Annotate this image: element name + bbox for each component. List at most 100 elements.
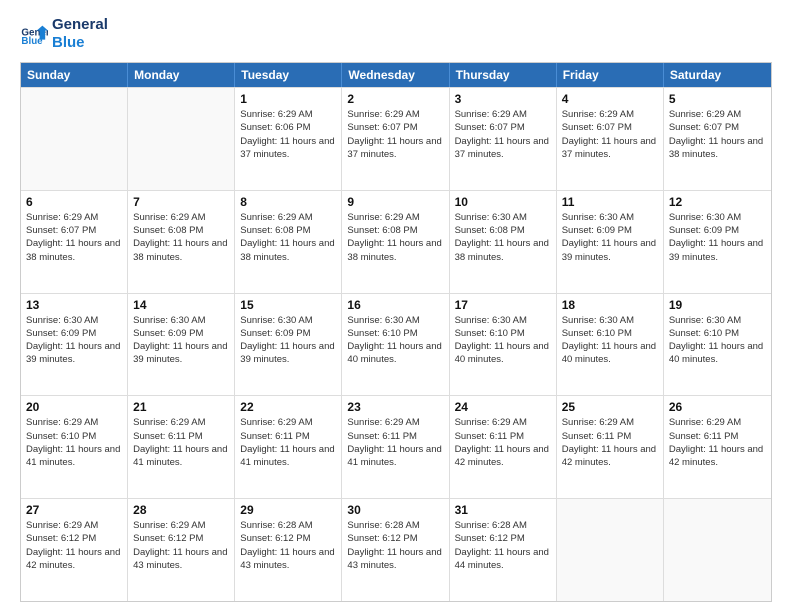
calendar-cell: 14 Sunrise: 6:30 AM Sunset: 6:09 PM Dayli… bbox=[128, 294, 235, 396]
day-info: Sunrise: 6:28 AM Sunset: 6:12 PM Dayligh… bbox=[347, 519, 443, 572]
header-thursday: Thursday bbox=[450, 63, 557, 87]
calendar: Sunday Monday Tuesday Wednesday Thursday… bbox=[20, 62, 772, 602]
day-info: Sunrise: 6:30 AM Sunset: 6:08 PM Dayligh… bbox=[455, 211, 551, 264]
day-info: Sunrise: 6:30 AM Sunset: 6:09 PM Dayligh… bbox=[240, 314, 336, 367]
day-number: 28 bbox=[133, 503, 229, 517]
calendar-cell: 28 Sunrise: 6:29 AM Sunset: 6:12 PM Dayli… bbox=[128, 499, 235, 601]
day-info: Sunrise: 6:30 AM Sunset: 6:10 PM Dayligh… bbox=[562, 314, 658, 367]
day-number: 6 bbox=[26, 195, 122, 209]
calendar-cell: 23Sunrise: 6:29 AM Sunset: 6:11 PM Dayli… bbox=[342, 396, 449, 498]
calendar-cell: 10 Sunrise: 6:30 AM Sunset: 6:08 PM Dayli… bbox=[450, 191, 557, 293]
day-number: 18 bbox=[562, 298, 658, 312]
day-info: Sunrise: 6:29 AM Sunset: 6:06 PM Dayligh… bbox=[240, 108, 336, 161]
calendar-row-2: 6 Sunrise: 6:29 AM Sunset: 6:07 PM Daylig… bbox=[21, 190, 771, 293]
day-number: 21 bbox=[133, 400, 229, 414]
day-number: 3 bbox=[455, 92, 551, 106]
day-number: 30 bbox=[347, 503, 443, 517]
day-number: 31 bbox=[455, 503, 551, 517]
day-number: 10 bbox=[455, 195, 551, 209]
day-number: 16 bbox=[347, 298, 443, 312]
calendar-cell: 16 Sunrise: 6:30 AM Sunset: 6:10 PM Dayli… bbox=[342, 294, 449, 396]
day-number: 24 bbox=[455, 400, 551, 414]
day-info: Sunrise: 6:29 AM Sunset: 6:11 PM Dayligh… bbox=[455, 416, 551, 469]
day-info: Sunrise: 6:29 AM Sunset: 6:07 PM Dayligh… bbox=[562, 108, 658, 161]
header-wednesday: Wednesday bbox=[342, 63, 449, 87]
day-info: Sunrise: 6:30 AM Sunset: 6:09 PM Dayligh… bbox=[26, 314, 122, 367]
header-monday: Monday bbox=[128, 63, 235, 87]
day-info: Sunrise: 6:29 AM Sunset: 6:08 PM Dayligh… bbox=[240, 211, 336, 264]
calendar-cell: 21Sunrise: 6:29 AM Sunset: 6:11 PM Dayli… bbox=[128, 396, 235, 498]
day-number: 22 bbox=[240, 400, 336, 414]
calendar-cell: 15 Sunrise: 6:30 AM Sunset: 6:09 PM Dayli… bbox=[235, 294, 342, 396]
day-info: Sunrise: 6:29 AM Sunset: 6:11 PM Dayligh… bbox=[562, 416, 658, 469]
day-info: Sunrise: 6:29 AM Sunset: 6:08 PM Dayligh… bbox=[133, 211, 229, 264]
calendar-cell: 20 Sunrise: 6:29 AM Sunset: 6:10 PM Dayli… bbox=[21, 396, 128, 498]
day-info: Sunrise: 6:28 AM Sunset: 6:12 PM Dayligh… bbox=[455, 519, 551, 572]
day-info: Sunrise: 6:30 AM Sunset: 6:09 PM Dayligh… bbox=[133, 314, 229, 367]
day-info: Sunrise: 6:30 AM Sunset: 6:10 PM Dayligh… bbox=[669, 314, 766, 367]
calendar-cell: 27 Sunrise: 6:29 AM Sunset: 6:12 PM Dayli… bbox=[21, 499, 128, 601]
calendar-cell: 11Sunrise: 6:30 AM Sunset: 6:09 PM Dayli… bbox=[557, 191, 664, 293]
calendar-header: Sunday Monday Tuesday Wednesday Thursday… bbox=[21, 63, 771, 87]
day-number: 25 bbox=[562, 400, 658, 414]
day-info: Sunrise: 6:28 AM Sunset: 6:12 PM Dayligh… bbox=[240, 519, 336, 572]
header-friday: Friday bbox=[557, 63, 664, 87]
day-number: 8 bbox=[240, 195, 336, 209]
calendar-cell: 13 Sunrise: 6:30 AM Sunset: 6:09 PM Dayli… bbox=[21, 294, 128, 396]
calendar-cell: 5Sunrise: 6:29 AM Sunset: 6:07 PM Daylig… bbox=[664, 88, 771, 190]
calendar-cell: 4 Sunrise: 6:29 AM Sunset: 6:07 PM Daylig… bbox=[557, 88, 664, 190]
calendar-cell: 18 Sunrise: 6:30 AM Sunset: 6:10 PM Dayli… bbox=[557, 294, 664, 396]
calendar-cell: 2Sunrise: 6:29 AM Sunset: 6:07 PM Daylig… bbox=[342, 88, 449, 190]
header-saturday: Saturday bbox=[664, 63, 771, 87]
page: General Blue General Blue Sunday Monday … bbox=[0, 0, 792, 612]
day-number: 17 bbox=[455, 298, 551, 312]
day-info: Sunrise: 6:29 AM Sunset: 6:11 PM Dayligh… bbox=[669, 416, 766, 469]
day-number: 23 bbox=[347, 400, 443, 414]
calendar-row-4: 20 Sunrise: 6:29 AM Sunset: 6:10 PM Dayli… bbox=[21, 395, 771, 498]
day-number: 12 bbox=[669, 195, 766, 209]
calendar-cell: 22 Sunrise: 6:29 AM Sunset: 6:11 PM Dayli… bbox=[235, 396, 342, 498]
calendar-cell: 12Sunrise: 6:30 AM Sunset: 6:09 PM Dayli… bbox=[664, 191, 771, 293]
day-info: Sunrise: 6:29 AM Sunset: 6:12 PM Dayligh… bbox=[133, 519, 229, 572]
calendar-cell: 24 Sunrise: 6:29 AM Sunset: 6:11 PM Dayli… bbox=[450, 396, 557, 498]
day-number: 11 bbox=[562, 195, 658, 209]
day-info: Sunrise: 6:29 AM Sunset: 6:10 PM Dayligh… bbox=[26, 416, 122, 469]
day-number: 2 bbox=[347, 92, 443, 106]
day-number: 13 bbox=[26, 298, 122, 312]
calendar-cell: 19 Sunrise: 6:30 AM Sunset: 6:10 PM Dayli… bbox=[664, 294, 771, 396]
calendar-cell: 31 Sunrise: 6:28 AM Sunset: 6:12 PM Dayli… bbox=[450, 499, 557, 601]
logo-general: General bbox=[52, 16, 108, 34]
logo: General Blue General Blue bbox=[20, 16, 108, 52]
day-number: 15 bbox=[240, 298, 336, 312]
header-tuesday: Tuesday bbox=[235, 63, 342, 87]
calendar-cell: 17 Sunrise: 6:30 AM Sunset: 6:10 PM Dayli… bbox=[450, 294, 557, 396]
calendar-cell bbox=[557, 499, 664, 601]
calendar-cell: 6 Sunrise: 6:29 AM Sunset: 6:07 PM Daylig… bbox=[21, 191, 128, 293]
day-number: 19 bbox=[669, 298, 766, 312]
calendar-body: 1Sunrise: 6:29 AM Sunset: 6:06 PM Daylig… bbox=[21, 87, 771, 601]
day-number: 5 bbox=[669, 92, 766, 106]
logo-blue: Blue bbox=[52, 34, 108, 52]
day-number: 7 bbox=[133, 195, 229, 209]
day-info: Sunrise: 6:29 AM Sunset: 6:11 PM Dayligh… bbox=[240, 416, 336, 469]
header: General Blue General Blue bbox=[20, 16, 772, 52]
calendar-cell bbox=[128, 88, 235, 190]
day-info: Sunrise: 6:30 AM Sunset: 6:10 PM Dayligh… bbox=[455, 314, 551, 367]
calendar-cell: 8 Sunrise: 6:29 AM Sunset: 6:08 PM Daylig… bbox=[235, 191, 342, 293]
day-info: Sunrise: 6:30 AM Sunset: 6:10 PM Dayligh… bbox=[347, 314, 443, 367]
calendar-row-1: 1Sunrise: 6:29 AM Sunset: 6:06 PM Daylig… bbox=[21, 87, 771, 190]
day-number: 14 bbox=[133, 298, 229, 312]
day-number: 27 bbox=[26, 503, 122, 517]
day-info: Sunrise: 6:29 AM Sunset: 6:07 PM Dayligh… bbox=[455, 108, 551, 161]
calendar-cell bbox=[664, 499, 771, 601]
day-number: 20 bbox=[26, 400, 122, 414]
day-info: Sunrise: 6:29 AM Sunset: 6:07 PM Dayligh… bbox=[26, 211, 122, 264]
calendar-row-3: 13 Sunrise: 6:30 AM Sunset: 6:09 PM Dayli… bbox=[21, 293, 771, 396]
calendar-cell bbox=[21, 88, 128, 190]
calendar-cell: 29Sunrise: 6:28 AM Sunset: 6:12 PM Dayli… bbox=[235, 499, 342, 601]
logo-icon: General Blue bbox=[20, 20, 48, 48]
day-number: 26 bbox=[669, 400, 766, 414]
day-number: 4 bbox=[562, 92, 658, 106]
day-info: Sunrise: 6:29 AM Sunset: 6:12 PM Dayligh… bbox=[26, 519, 122, 572]
calendar-cell: 30 Sunrise: 6:28 AM Sunset: 6:12 PM Dayli… bbox=[342, 499, 449, 601]
